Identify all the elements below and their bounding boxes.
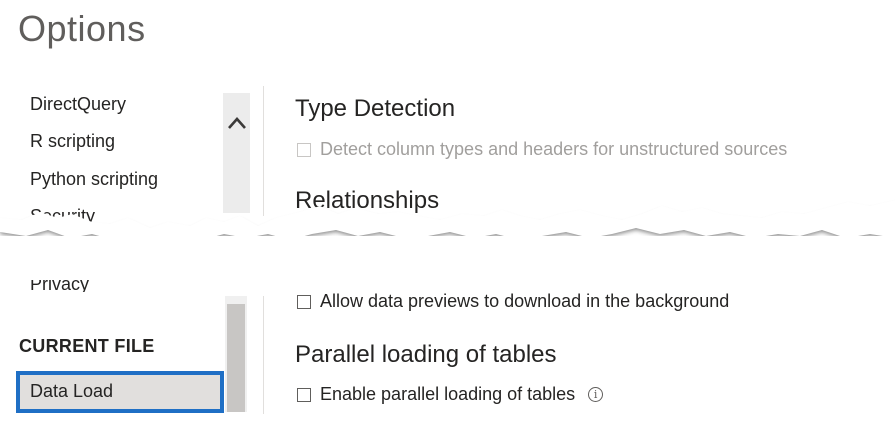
parallel-loading-heading: Parallel loading of tables: [295, 341, 557, 368]
nav-item-python-scripting[interactable]: Python scripting: [30, 169, 158, 190]
parallel-loading-checkbox[interactable]: [297, 387, 311, 402]
nav-item-data-load[interactable]: Data Load: [16, 371, 224, 413]
options-title: Options: [18, 8, 146, 49]
parallel-loading-row: Enable parallel loading of tables i: [297, 384, 604, 405]
nav-scrollbar-top[interactable]: [223, 93, 250, 213]
type-detection-heading: Type Detection: [295, 95, 456, 122]
background-data-checkbox[interactable]: [297, 294, 311, 309]
torn-edge: [0, 200, 896, 266]
nav-scrollbar-thumb[interactable]: [227, 304, 245, 412]
type-detection-row: Detect column types and headers for unst…: [297, 139, 787, 160]
background-data-label: Allow data previews to download in the b…: [320, 291, 730, 311]
nav-item-r-scripting[interactable]: R scripting: [30, 131, 115, 152]
current-file-header: CURRENT FILE: [19, 336, 155, 356]
info-icon[interactable]: i: [588, 387, 604, 402]
content-divider-bottom: [263, 296, 264, 414]
chevron-up-icon[interactable]: [227, 116, 247, 130]
type-detection-label: Detect column types and headers for unst…: [320, 139, 788, 159]
type-detection-checkbox: [297, 142, 311, 157]
nav-item-data-load-label: Data Load: [30, 381, 114, 401]
background-data-row: Allow data previews to download in the b…: [297, 291, 729, 312]
parallel-loading-label: Enable parallel loading of tables: [320, 384, 576, 404]
nav-item-privacy-partial[interactable]: Privacy: [30, 280, 100, 292]
nav-item-directquery[interactable]: DirectQuery: [30, 94, 126, 115]
